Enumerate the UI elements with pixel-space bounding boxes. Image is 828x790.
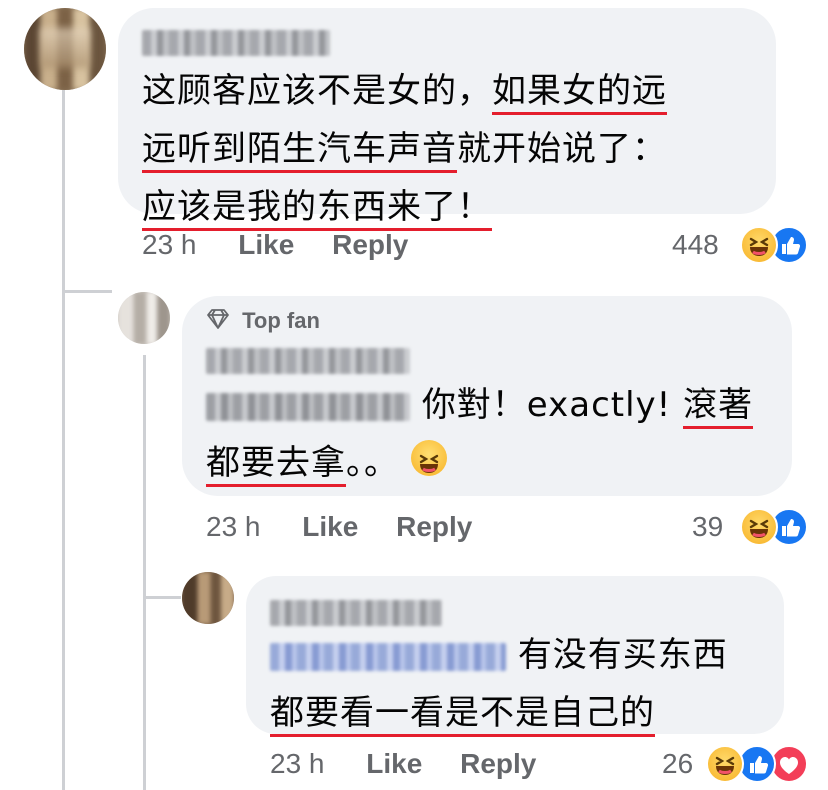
- author-name-blurred[interactable]: [206, 348, 410, 374]
- thread-line-branch-2: [143, 596, 181, 599]
- top-fan-badge: Top fan: [206, 308, 320, 336]
- avatar[interactable]: [118, 292, 170, 344]
- timestamp[interactable]: 23 h: [206, 511, 261, 542]
- author-name-blurred[interactable]: [270, 600, 442, 626]
- reaction-count[interactable]: 26: [662, 748, 693, 780]
- thread-line-branch-1: [62, 290, 112, 293]
- like-button[interactable]: Like: [366, 748, 422, 779]
- reactions[interactable]: [740, 226, 810, 264]
- haha-reaction-icon: [706, 745, 744, 783]
- reply-actions: 23 h Like Reply: [270, 748, 536, 780]
- grinning-squinting-emoji-icon: [410, 440, 447, 476]
- timestamp[interactable]: 23 h: [142, 229, 197, 260]
- comment-actions: 23 h Like Reply: [142, 229, 408, 261]
- reaction-count[interactable]: 39: [692, 511, 723, 543]
- reply-actions: 23 h Like Reply: [206, 511, 472, 543]
- reactions[interactable]: [740, 508, 810, 546]
- like-button[interactable]: Like: [302, 511, 358, 542]
- reply-bubble: 有没有买东西 都要看一看是不是自己的: [246, 576, 784, 737]
- avatar[interactable]: [182, 572, 234, 624]
- reply-button[interactable]: Reply: [396, 511, 472, 542]
- author-name-blurred[interactable]: [142, 30, 330, 56]
- mention-blurred[interactable]: [270, 642, 506, 671]
- haha-reaction-icon: [740, 226, 778, 264]
- timestamp[interactable]: 23 h: [270, 748, 325, 779]
- comment-text: 这顾客应该不是女的，如果女的远 远听到陌生汽车声音就开始说了： 应该是我的东西来…: [142, 62, 667, 236]
- thread-line-main: [62, 90, 65, 790]
- reply-text: 你對！exactly! 滾著 都要去拿。。: [206, 376, 754, 492]
- reply-button[interactable]: Reply: [460, 748, 536, 779]
- like-button[interactable]: Like: [238, 229, 294, 260]
- diamond-icon: [206, 308, 230, 336]
- haha-reaction-icon: [740, 508, 778, 546]
- reaction-count[interactable]: 448: [672, 229, 719, 261]
- thread-line-sub: [143, 355, 146, 790]
- comment-bubble: 这顾客应该不是女的，如果女的远 远听到陌生汽车声音就开始说了： 应该是我的东西来…: [118, 8, 776, 231]
- reply-button[interactable]: Reply: [332, 229, 408, 260]
- reply-text: 有没有买东西 都要看一看是不是自己的: [270, 626, 728, 742]
- mention-blurred[interactable]: [206, 392, 410, 421]
- reactions[interactable]: [706, 745, 810, 783]
- reply-bubble: Top fan 你對！exactly! 滾著 都要去拿。。: [182, 296, 792, 496]
- avatar[interactable]: [24, 8, 106, 90]
